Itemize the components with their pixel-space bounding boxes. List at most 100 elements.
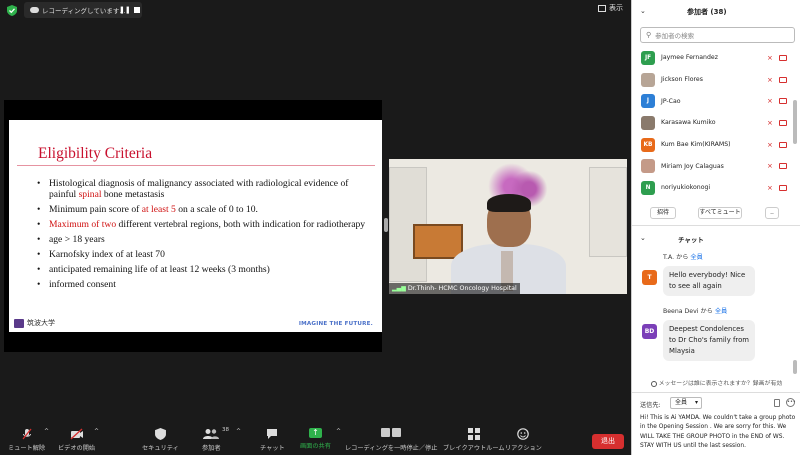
presentation-slide: Eligibility Criteria Histological diagno… xyxy=(9,120,382,332)
pause-recording-label: レコーディングを一時停止／停止 xyxy=(345,445,438,452)
participant-scrollbar[interactable] xyxy=(793,100,797,144)
participant-row[interactable]: KB Kum Bae Kim(KIRAMS) ⨯ xyxy=(632,134,792,156)
mic-muted-icon: ⨯ xyxy=(767,140,773,149)
avatar: T xyxy=(642,270,657,285)
speaker-name: Dr.Thinh- HCMC Oncology Hospital xyxy=(407,285,517,292)
reaction-emoji-icon xyxy=(517,428,530,440)
leave-meeting-button[interactable]: 退出 xyxy=(592,434,624,449)
share-screen-icon: ↑ xyxy=(308,428,322,438)
breakout-rooms-icon xyxy=(467,428,480,440)
search-icon: ⚲ xyxy=(646,31,652,39)
start-video-button[interactable]: ビデオの開始 ^ xyxy=(58,428,99,452)
chat-icon xyxy=(267,429,278,439)
camera-off-icon xyxy=(779,54,787,61)
title-divider xyxy=(17,165,375,166)
splitter-handle[interactable] xyxy=(384,218,388,232)
chat-button[interactable]: チャット xyxy=(260,428,285,452)
stop-recording-icon[interactable] xyxy=(134,7,140,13)
participants-label: 参加者 xyxy=(202,445,221,452)
pause-recording-button[interactable]: レコーディングを一時停止／停止 xyxy=(345,428,437,452)
more-icon[interactable]: ••• xyxy=(786,398,796,407)
chevron-up-icon[interactable]: ^ xyxy=(94,428,99,435)
recipient-name: 全員 xyxy=(690,254,703,261)
signal-icon: ▂▄▆ xyxy=(392,285,406,292)
security-shield-icon xyxy=(154,428,166,440)
chat-scrollbar[interactable] xyxy=(793,360,797,374)
participant-name: Miriam Joy Calaguas xyxy=(661,162,724,170)
message-sender-line: Beena Devi から 全員 xyxy=(663,306,727,315)
mic-muted-icon xyxy=(22,428,32,440)
breakout-rooms-button[interactable]: ブレイクアウトルーム xyxy=(443,428,505,452)
participant-row[interactable]: Karasawa Kumiko ⨯ xyxy=(632,112,792,134)
camera-off-icon xyxy=(70,428,83,440)
participant-row[interactable]: J JP-Cao ⨯ xyxy=(632,90,792,112)
participant-row[interactable]: Miriam Joy Calaguas ⨯ xyxy=(632,155,792,177)
participant-list: JF Jaymee Fernandez ⨯ Jickson Flores ⨯ J JP-Ca… xyxy=(632,47,792,199)
participant-name: JP-Cao xyxy=(661,97,681,105)
participants-count: 38 xyxy=(222,427,229,433)
participant-name: Jaymee Fernandez xyxy=(661,54,718,62)
avatar: N xyxy=(641,180,655,195)
breakout-rooms-label: ブレイクアウトルーム xyxy=(443,445,505,452)
pause-recording-icon[interactable]: ❚❚ xyxy=(119,6,131,14)
chevron-up-icon[interactable]: ^ xyxy=(336,428,341,435)
collapse-chevron-icon[interactable]: ⌄ xyxy=(640,7,646,15)
criteria-item: anticipated remaining life of at least 1… xyxy=(37,264,367,276)
university-seal-icon xyxy=(14,318,24,328)
criteria-item: Histological diagnosis of malignancy ass… xyxy=(37,178,367,201)
recipient-dropdown[interactable]: 全員 xyxy=(670,397,702,409)
top-bar: レコーディングしています... ❚❚ 表示 xyxy=(0,0,630,20)
unmute-label: ミュート解除 xyxy=(8,445,46,452)
view-grid-icon xyxy=(598,4,606,12)
video-picture-frame xyxy=(413,224,463,259)
speaker-video[interactable]: ▂▄▆ Dr.Thinh- HCMC Oncology Hospital xyxy=(389,159,627,294)
participant-name: noriyukiokonogi xyxy=(661,184,711,192)
message-bubble: Deepest Condolences to Dr Cho's family f… xyxy=(663,320,755,361)
security-button[interactable]: セキュリティ xyxy=(142,428,179,452)
criteria-item: informed consent xyxy=(37,279,367,291)
unmute-button[interactable]: ミュート解除 ^ xyxy=(8,428,49,452)
university-logo: 筑波大学 xyxy=(14,318,55,328)
participants-icon xyxy=(203,429,220,439)
from-word: から xyxy=(700,308,713,315)
view-button[interactable]: 表示 xyxy=(598,3,623,13)
invite-button[interactable]: 招待 xyxy=(650,207,676,219)
mic-muted-icon: ⨯ xyxy=(767,75,773,84)
reactions-button[interactable]: リアクション xyxy=(505,428,542,452)
participant-row[interactable]: Nnoriyukiokonogi ⨯ xyxy=(632,177,792,199)
chat-visibility-notice[interactable]: メッセージは誰に表示されますか？録画が有効 xyxy=(632,378,800,390)
more-button[interactable]: .. xyxy=(765,207,779,219)
mute-all-button[interactable]: すべてミュート xyxy=(698,207,742,219)
video-shelf xyxy=(589,167,627,257)
mic-muted-icon: ⨯ xyxy=(767,183,773,192)
participant-row[interactable]: Jickson Flores ⨯ xyxy=(632,69,792,91)
chevron-up-icon[interactable]: ^ xyxy=(44,428,49,435)
participant-search-input[interactable]: ⚲ 参加者の検索 xyxy=(640,27,795,43)
camera-off-icon xyxy=(779,141,787,148)
file-icon[interactable] xyxy=(774,399,780,407)
message-sender-line: T.A. から 全員 xyxy=(663,252,703,261)
avatar xyxy=(641,159,655,174)
participant-actions: 招待 すべてミュート .. xyxy=(632,204,800,222)
view-label: 表示 xyxy=(609,4,623,12)
search-placeholder: 参加者の検索 xyxy=(655,32,695,40)
slide-title: Eligibility Criteria xyxy=(38,145,153,162)
cloud-icon xyxy=(30,7,39,13)
notice-text: メッセージは誰に表示されますか？録画が有効 xyxy=(658,381,783,387)
chevron-up-icon[interactable]: ^ xyxy=(236,428,241,435)
criteria-list: Histological diagnosis of malignancy ass… xyxy=(37,178,367,294)
chat-message-input[interactable]: Hi! This is Ai YAMDA. We couldn't take a… xyxy=(640,414,796,451)
avatar xyxy=(641,115,655,130)
recipient-name: 全員 xyxy=(714,308,728,315)
message-bubble: Hello everybody! Nice to see all again xyxy=(663,266,755,296)
shield-icon[interactable] xyxy=(7,5,17,16)
camera-off-icon xyxy=(779,98,787,105)
camera-off-icon xyxy=(779,119,787,126)
participants-title: 参加者 (38) xyxy=(687,8,727,16)
participants-button[interactable]: 参加者 38 ^ xyxy=(202,427,241,452)
collapse-chevron-icon[interactable]: ⌄ xyxy=(640,234,646,242)
video-person-hair xyxy=(487,194,531,212)
participant-row[interactable]: JF Jaymee Fernandez ⨯ xyxy=(632,47,792,69)
meeting-toolbar: ミュート解除 ^ ビデオの開始 ^ セキュリティ 参加者 38 ^ チャット ↑… xyxy=(0,425,630,455)
share-screen-button[interactable]: ↑ 画面の共有 ^ xyxy=(300,428,341,450)
